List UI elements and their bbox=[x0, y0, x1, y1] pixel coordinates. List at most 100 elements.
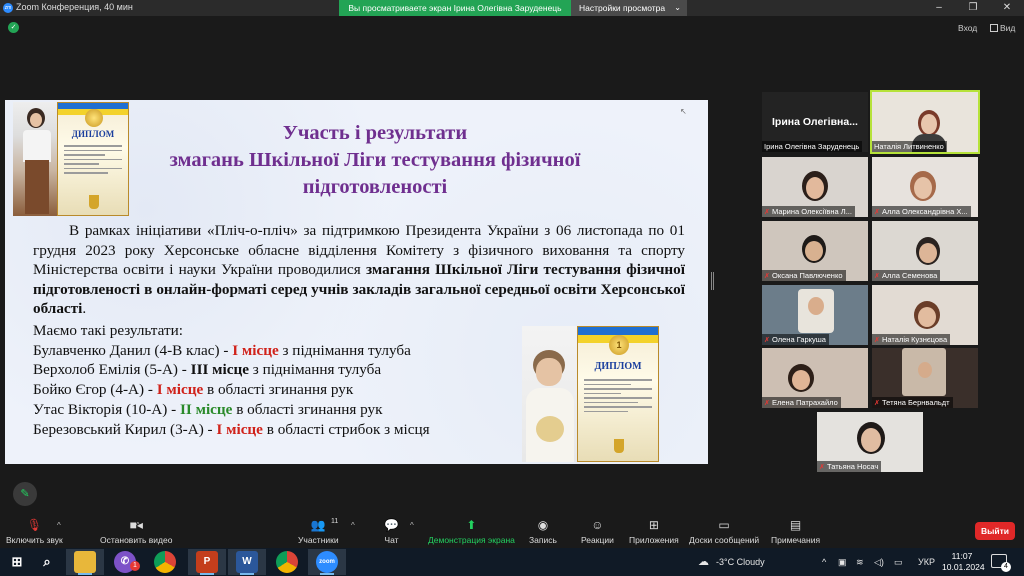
participant-tile[interactable]: ✗ Алла Олександрівна Х... bbox=[872, 157, 978, 217]
share-screen-icon: ⬆ bbox=[466, 518, 477, 532]
notifications-icon[interactable]: 4 bbox=[991, 554, 1011, 572]
participant-tile[interactable]: ✗ Марина Олексіївна Л... bbox=[762, 157, 868, 217]
windows-taskbar: ⊞ ⌕ ✆ 1 P W zoom ☁ -3°C Cloudy ^ ▣ ≋ ◁) ▭… bbox=[0, 548, 1024, 576]
medal-icon: 1 bbox=[609, 335, 629, 355]
trophy-icon bbox=[614, 439, 624, 453]
slide-title: Участь і результати змагань Шкільної Ліг… bbox=[125, 120, 625, 201]
enter-fullscreen-button[interactable]: Вход bbox=[958, 23, 977, 33]
taskbar-viber[interactable]: ✆ 1 bbox=[106, 549, 144, 575]
volume-icon[interactable]: ◁) bbox=[874, 548, 884, 576]
taskbar-chrome-2[interactable] bbox=[268, 549, 306, 575]
participant-tile[interactable]: ✗ Наталія Кузнєцова bbox=[872, 285, 978, 345]
powerpoint-icon: P bbox=[196, 551, 218, 573]
mic-muted-icon: ✗ bbox=[764, 400, 770, 407]
panel-splitter-handle[interactable] bbox=[711, 272, 714, 290]
record-icon: ◉ bbox=[537, 518, 549, 532]
taskbar-word[interactable]: W bbox=[228, 549, 266, 575]
grid-icon bbox=[990, 24, 998, 32]
participant-name: ✗ Олена Гаркуша bbox=[762, 334, 829, 345]
participant-name: ✗ Тетяна Бернвальдт bbox=[872, 397, 953, 408]
result-place: І місце bbox=[232, 341, 279, 359]
apps-button[interactable]: ⊞ Приложения bbox=[629, 518, 679, 545]
participant-name: ✗ Марина Олексіївна Л... bbox=[762, 206, 855, 217]
participant-name: ✗ Алла Семенова bbox=[872, 270, 941, 281]
view-button[interactable]: Вид bbox=[990, 23, 1015, 33]
result-place: ІІ місце bbox=[180, 400, 233, 418]
cursor-icon: ↖ bbox=[680, 107, 687, 116]
share-screen-button[interactable]: ⬆ Демонстрация экрана bbox=[428, 518, 515, 545]
diploma-title: ДИПЛОМ bbox=[594, 361, 642, 372]
result-row: Березовський Кирил (3-А) - І місце в обл… bbox=[33, 420, 533, 440]
security-shield-icon[interactable]: ✓ bbox=[8, 22, 19, 33]
view-options-button[interactable]: Настройки просмотра ⌄ bbox=[571, 0, 687, 16]
emoji-icon: ☺ bbox=[591, 518, 604, 532]
participant-name: ✗ Алла Олександрівна Х... bbox=[872, 206, 971, 217]
word-icon: W bbox=[236, 551, 258, 573]
notes-label: Примечания bbox=[771, 535, 821, 545]
tray-app-icon[interactable]: ▣ bbox=[838, 548, 847, 576]
participant-tile[interactable]: ✗ Тетяна Бернвальдт bbox=[872, 348, 978, 408]
result-row: Верхолоб Емілія (5-А) - ІІІ місце з підн… bbox=[33, 360, 533, 380]
taskbar-powerpoint[interactable]: P bbox=[188, 549, 226, 575]
participant-tile[interactable]: Ірина Олегівна... Ірина Олегівна Заруден… bbox=[762, 92, 868, 152]
trophy-icon bbox=[89, 195, 99, 209]
wifi-icon[interactable]: ≋ bbox=[856, 548, 864, 576]
search-icon[interactable]: ⌕ bbox=[36, 551, 58, 573]
record-button[interactable]: ◉ Запись bbox=[529, 518, 557, 545]
window-title: Zoom Конференция, 40 мин bbox=[16, 2, 133, 12]
participant-tile[interactable]: ✗ Оксана Павлюченко bbox=[762, 221, 868, 281]
zoom-icon: zoom bbox=[316, 551, 338, 573]
participant-tile[interactable]: ✗ Татьяна Носач bbox=[817, 412, 923, 472]
whiteboards-label: Доски сообщений bbox=[689, 535, 760, 545]
chat-button[interactable]: 💬 Чат bbox=[384, 518, 399, 545]
participant-tile-active-speaker[interactable]: Наталія Литвиненко bbox=[870, 90, 980, 154]
mic-muted-icon: ✗ bbox=[764, 273, 770, 280]
video-label: Остановить видео bbox=[100, 535, 173, 545]
view-label: Вид bbox=[1000, 23, 1016, 33]
medal-icon bbox=[85, 109, 103, 127]
unmute-button[interactable]: 🎙 Включить звук bbox=[6, 518, 63, 545]
participant-tile[interactable]: ✗ Елена Патрахайло bbox=[762, 348, 868, 408]
chrome-icon bbox=[276, 551, 298, 573]
video-options-caret-icon[interactable]: ^ bbox=[136, 521, 140, 530]
clock-date: 10.01.2024 bbox=[942, 562, 985, 572]
notes-button[interactable]: ▤ Примечания bbox=[771, 518, 820, 545]
participants-count: 11 bbox=[331, 518, 339, 525]
result-name: Березовський Кирил (3-А) - bbox=[33, 420, 217, 438]
language-indicator[interactable]: УКР bbox=[918, 548, 935, 576]
reactions-button[interactable]: ☺ Реакции bbox=[581, 518, 614, 545]
annotate-pencil-icon[interactable]: ✎ bbox=[13, 482, 37, 506]
chat-icon: 💬 bbox=[384, 518, 399, 532]
windows-start-icon[interactable]: ⊞ bbox=[6, 551, 28, 573]
paragraph-end: . bbox=[82, 300, 87, 317]
taskbar-chrome[interactable] bbox=[146, 549, 184, 575]
title-bar: zm Zoom Конференция, 40 мин Вы просматри… bbox=[0, 0, 1024, 16]
mic-muted-icon: ✗ bbox=[874, 273, 880, 280]
chat-caret-icon[interactable]: ^ bbox=[410, 521, 414, 530]
participant-name: ✗ Елена Патрахайло bbox=[762, 397, 841, 408]
minimize-icon[interactable]: – bbox=[922, 0, 956, 16]
participant-tile[interactable]: ✗ Алла Семенова bbox=[872, 221, 978, 281]
record-label: Запись bbox=[529, 535, 557, 545]
chevron-down-icon: ⌄ bbox=[674, 3, 681, 12]
taskbar-explorer[interactable] bbox=[66, 549, 104, 575]
participants-caret-icon[interactable]: ^ bbox=[351, 521, 355, 530]
taskbar-zoom[interactable]: zoom bbox=[308, 549, 346, 575]
student-photo-girl bbox=[13, 102, 61, 216]
leave-button[interactable]: Выйти bbox=[975, 522, 1015, 540]
weather-text[interactable]: -3°C Cloudy bbox=[716, 548, 765, 576]
result-name: Булавченко Данил (4-В клас) - bbox=[33, 341, 233, 359]
battery-icon[interactable]: ▭ bbox=[894, 548, 903, 576]
student-photo-boy bbox=[522, 326, 577, 462]
close-icon[interactable]: ✕ bbox=[990, 0, 1024, 16]
clock[interactable]: 11:07 10.01.2024 bbox=[942, 551, 985, 573]
participant-tile[interactable]: ✗ Олена Гаркуша bbox=[762, 285, 868, 345]
result-row: Утас Вікторія (10-А) - ІІ місце в област… bbox=[33, 400, 533, 420]
diploma-image: ДИПЛОМ bbox=[57, 102, 129, 216]
result-name: Бойко Єгор (4-А) - bbox=[33, 381, 157, 399]
result-event: з піднімання тулуба bbox=[248, 361, 382, 379]
restore-icon[interactable]: ❐ bbox=[956, 0, 990, 16]
tray-chevron-icon[interactable]: ^ bbox=[822, 548, 826, 576]
audio-options-caret-icon[interactable]: ^ bbox=[57, 521, 61, 530]
whiteboards-button[interactable]: ▭ Доски сообщений bbox=[689, 518, 759, 545]
